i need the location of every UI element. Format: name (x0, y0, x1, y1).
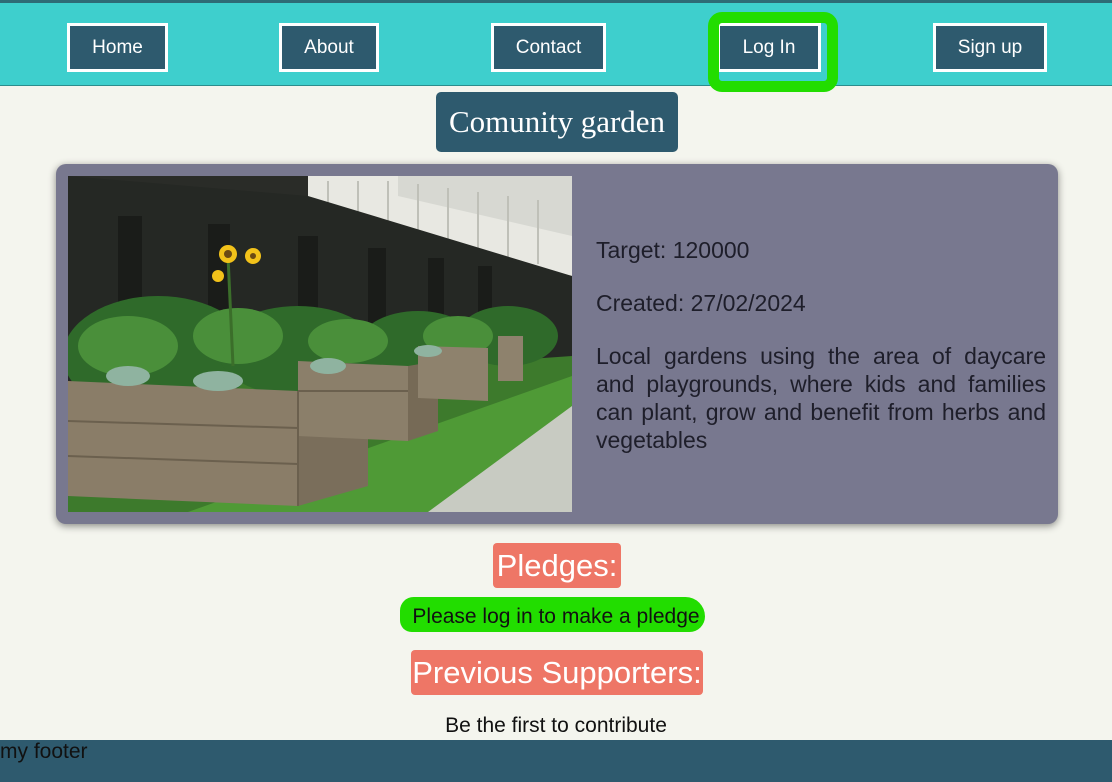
nav-login-button[interactable]: Log In (717, 23, 821, 72)
nav-contact-button[interactable]: Contact (491, 23, 606, 72)
project-image (68, 176, 572, 512)
footer: my footer (0, 740, 1112, 782)
project-target: Target: 120000 (596, 237, 750, 263)
project-info: Target: 120000 Created: 27/02/2024 Local… (596, 236, 1046, 479)
previous-supporters-heading: Previous Supporters: (411, 650, 703, 695)
top-navigation-bar: Home About Contact Log In Sign up (0, 0, 1112, 92)
page-title: Comunity garden (436, 92, 678, 152)
project-created-date: Created: 27/02/2024 (596, 290, 806, 316)
pledges-heading: Pledges: (493, 543, 621, 588)
nav-signup-button[interactable]: Sign up (933, 23, 1047, 72)
supporters-empty-message: Be the first to contribute (445, 714, 667, 737)
nav-home-button[interactable]: Home (67, 23, 168, 72)
footer-text: my footer (0, 740, 88, 763)
pledge-login-message: Please log in to make a pledge (412, 605, 700, 628)
nav-about-button[interactable]: About (279, 23, 379, 72)
project-card: Target: 120000 Created: 27/02/2024 Local… (56, 164, 1058, 524)
project-description: Local gardens using the area of daycare … (596, 343, 1046, 453)
